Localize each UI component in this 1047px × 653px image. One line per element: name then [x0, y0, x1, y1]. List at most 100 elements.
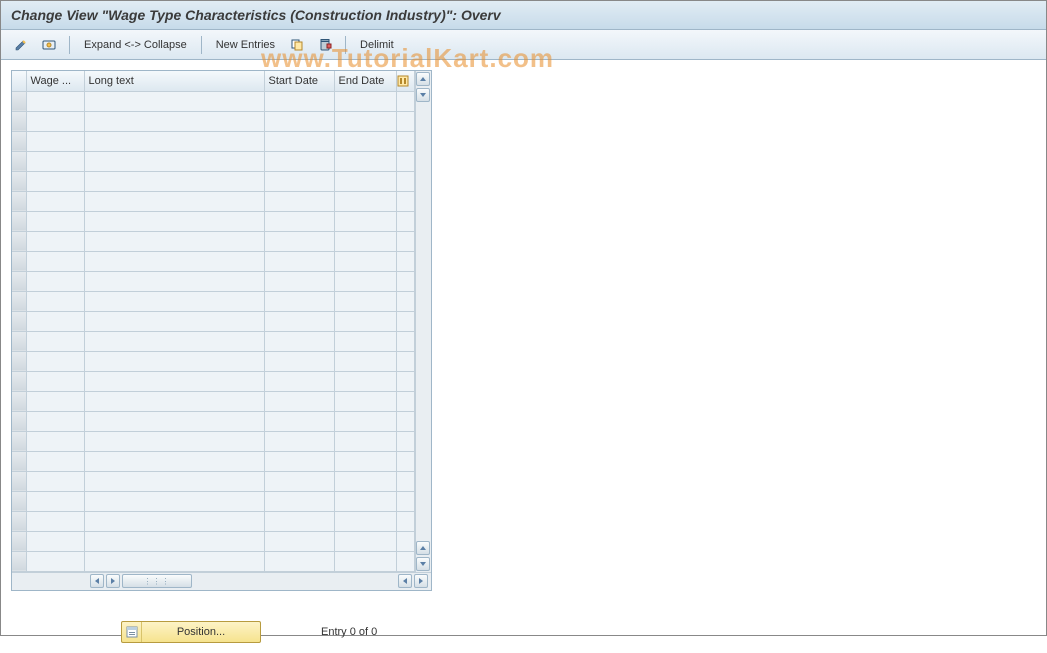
cell-long-text[interactable] — [84, 251, 264, 271]
row-selector[interactable] — [12, 431, 26, 451]
cell-end-date[interactable] — [334, 191, 396, 211]
cell-long-text[interactable] — [84, 511, 264, 531]
cell-wage[interactable] — [26, 91, 84, 111]
cell-long-text[interactable] — [84, 171, 264, 191]
cell-long-text[interactable] — [84, 471, 264, 491]
scroll-down-icon[interactable] — [416, 88, 430, 102]
row-selector[interactable] — [12, 131, 26, 151]
cell-end-date[interactable] — [334, 251, 396, 271]
cell-end-date[interactable] — [334, 391, 396, 411]
delete-icon[interactable] — [313, 35, 337, 55]
copy-icon[interactable] — [285, 35, 309, 55]
cell-wage[interactable] — [26, 291, 84, 311]
cell-long-text[interactable] — [84, 411, 264, 431]
cell-end-date[interactable] — [334, 431, 396, 451]
cell-end-date[interactable] — [334, 471, 396, 491]
cell-start-date[interactable] — [264, 531, 334, 551]
row-selector[interactable] — [12, 551, 26, 571]
cell-start-date[interactable] — [264, 551, 334, 571]
cell-long-text[interactable] — [84, 331, 264, 351]
scroll-up-bottom-icon[interactable] — [416, 541, 430, 555]
cell-wage[interactable] — [26, 251, 84, 271]
cell-start-date[interactable] — [264, 371, 334, 391]
row-selector[interactable] — [12, 271, 26, 291]
cell-wage[interactable] — [26, 371, 84, 391]
cell-wage[interactable] — [26, 471, 84, 491]
cell-end-date[interactable] — [334, 411, 396, 431]
cell-start-date[interactable] — [264, 331, 334, 351]
cell-wage[interactable] — [26, 171, 84, 191]
row-selector[interactable] — [12, 171, 26, 191]
cell-long-text[interactable] — [84, 111, 264, 131]
cell-long-text[interactable] — [84, 271, 264, 291]
cell-start-date[interactable] — [264, 311, 334, 331]
col-start-date[interactable]: Start Date — [264, 71, 334, 91]
row-selector[interactable] — [12, 231, 26, 251]
cell-long-text[interactable] — [84, 91, 264, 111]
cell-end-date[interactable] — [334, 111, 396, 131]
cell-start-date[interactable] — [264, 391, 334, 411]
cell-start-date[interactable] — [264, 471, 334, 491]
row-selector[interactable] — [12, 391, 26, 411]
cell-wage[interactable] — [26, 431, 84, 451]
col-end-date[interactable]: End Date — [334, 71, 396, 91]
cell-long-text[interactable] — [84, 231, 264, 251]
cell-long-text[interactable] — [84, 211, 264, 231]
cell-wage[interactable] — [26, 111, 84, 131]
cell-wage[interactable] — [26, 311, 84, 331]
row-selector[interactable] — [12, 331, 26, 351]
row-selector[interactable] — [12, 451, 26, 471]
cell-wage[interactable] — [26, 491, 84, 511]
cell-end-date[interactable] — [334, 371, 396, 391]
cell-start-date[interactable] — [264, 491, 334, 511]
row-selector[interactable] — [12, 91, 26, 111]
cell-wage[interactable] — [26, 331, 84, 351]
cell-end-date[interactable] — [334, 131, 396, 151]
cell-wage[interactable] — [26, 211, 84, 231]
cell-end-date[interactable] — [334, 271, 396, 291]
row-selector[interactable] — [12, 251, 26, 271]
new-entries-button[interactable]: New Entries — [210, 35, 281, 55]
col-long-text[interactable]: Long text — [84, 71, 264, 91]
cell-wage[interactable] — [26, 271, 84, 291]
vertical-scrollbar[interactable] — [415, 71, 431, 572]
cell-long-text[interactable] — [84, 531, 264, 551]
cell-end-date[interactable] — [334, 311, 396, 331]
row-selector[interactable] — [12, 371, 26, 391]
cell-end-date[interactable] — [334, 351, 396, 371]
cell-start-date[interactable] — [264, 211, 334, 231]
cell-long-text[interactable] — [84, 131, 264, 151]
cell-start-date[interactable] — [264, 291, 334, 311]
cell-wage[interactable] — [26, 231, 84, 251]
cell-start-date[interactable] — [264, 231, 334, 251]
cell-start-date[interactable] — [264, 191, 334, 211]
cell-start-date[interactable] — [264, 411, 334, 431]
cell-wage[interactable] — [26, 191, 84, 211]
table-settings-icon[interactable] — [396, 71, 414, 91]
cell-end-date[interactable] — [334, 491, 396, 511]
position-button[interactable]: Position... — [121, 621, 261, 643]
cell-long-text[interactable] — [84, 491, 264, 511]
cell-end-date[interactable] — [334, 551, 396, 571]
cell-long-text[interactable] — [84, 291, 264, 311]
row-selector[interactable] — [12, 291, 26, 311]
delimit-button[interactable]: Delimit — [354, 35, 400, 55]
cell-wage[interactable] — [26, 391, 84, 411]
cell-start-date[interactable] — [264, 271, 334, 291]
cell-end-date[interactable] — [334, 91, 396, 111]
cell-long-text[interactable] — [84, 351, 264, 371]
cell-end-date[interactable] — [334, 211, 396, 231]
cell-end-date[interactable] — [334, 291, 396, 311]
row-selector[interactable] — [12, 531, 26, 551]
col-wage[interactable]: Wage ... — [26, 71, 84, 91]
scroll-right-end-icon[interactable] — [414, 574, 428, 588]
row-selector[interactable] — [12, 151, 26, 171]
cell-end-date[interactable] — [334, 331, 396, 351]
row-selector[interactable] — [12, 311, 26, 331]
row-selector[interactable] — [12, 491, 26, 511]
scroll-right-icon[interactable] — [106, 574, 120, 588]
scroll-left-icon[interactable] — [90, 574, 104, 588]
toggle-display-change-icon[interactable] — [9, 35, 33, 55]
cell-long-text[interactable] — [84, 551, 264, 571]
cell-wage[interactable] — [26, 551, 84, 571]
